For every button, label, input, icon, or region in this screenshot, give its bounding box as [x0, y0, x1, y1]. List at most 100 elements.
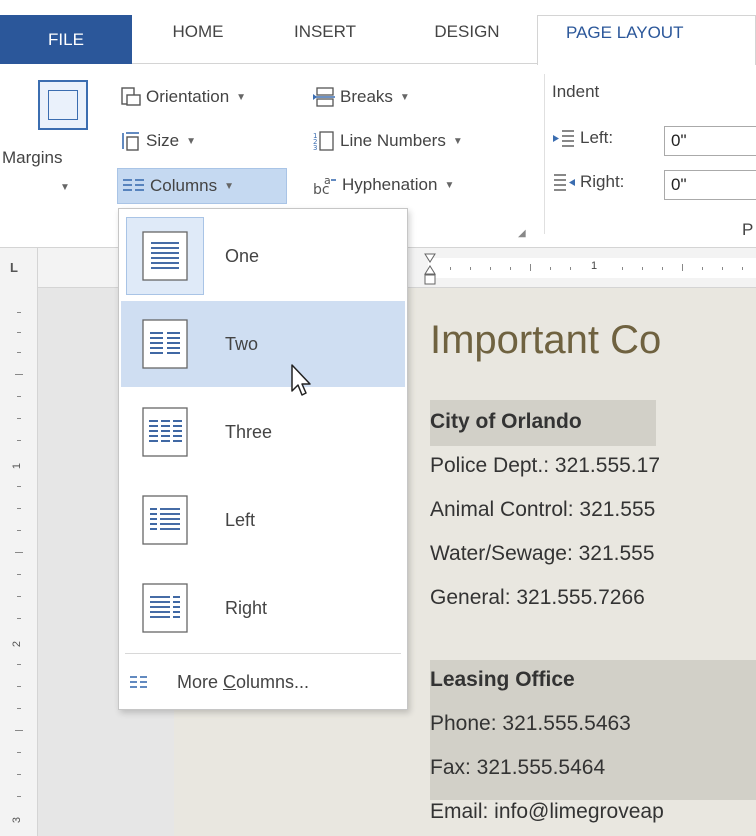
ruler-tick [17, 440, 21, 441]
left-column-icon [127, 482, 203, 558]
ruler-tick [17, 312, 21, 313]
two-columns-icon [127, 306, 203, 382]
ruler-tick [17, 332, 21, 333]
ruler-tick [642, 267, 643, 270]
document-line[interactable]: Leasing Office [430, 662, 575, 698]
ruler-tick [510, 267, 511, 270]
chevron-down-icon: ▼ [399, 91, 410, 103]
ruler-number: 2 [11, 640, 24, 648]
ruler-tick [622, 267, 623, 270]
indent-heading: Indent [552, 82, 600, 101]
tab-file[interactable]: FILE [0, 15, 132, 64]
menu-divider [125, 653, 401, 654]
line-numbers-icon: 1 2 3 [313, 131, 334, 152]
document-line[interactable]: Email: info@limegroveap [430, 794, 664, 830]
tab-design[interactable]: DESIGN [412, 15, 522, 65]
more-columns-suffix: olumns... [236, 671, 310, 692]
ruler-tick [722, 267, 723, 270]
orientation-label: Orientation [146, 87, 230, 106]
orientation-icon [121, 87, 141, 106]
indent-left-input[interactable]: 0" [664, 126, 756, 156]
more-columns-item[interactable]: More Columns... [129, 667, 309, 697]
menu-item-label: Three [225, 421, 273, 442]
svg-text:3: 3 [313, 144, 317, 152]
orientation-button[interactable]: Orientation ▼ [120, 82, 246, 112]
indent-right-label: Right: [580, 172, 625, 191]
columns-button[interactable]: Columns ▼ [117, 168, 287, 204]
size-button[interactable]: Size ▼ [120, 126, 196, 156]
tab-stop-icon: L [10, 260, 18, 275]
ruler-tick [17, 418, 21, 419]
hyphenation-button[interactable]: bc a Hyphenation ▼ [312, 170, 454, 200]
document-line[interactable]: General: 321.555.7266 [430, 580, 645, 616]
more-columns-accelerator: C [223, 671, 237, 692]
menu-item-two-columns[interactable]: Two [121, 301, 405, 387]
ruler-tick [682, 264, 683, 271]
ruler-tick [15, 552, 23, 553]
ruler-tick [17, 618, 21, 619]
indent-left-row: Left: [552, 128, 613, 148]
ruler-tick [17, 486, 21, 487]
chevron-down-icon: ▼ [236, 91, 247, 103]
document-line[interactable]: City of Orlando [430, 404, 582, 440]
ruler-tick [17, 708, 21, 709]
group-divider [544, 74, 545, 234]
indent-right-icon [554, 174, 575, 191]
document-line[interactable]: Fax: 321.555.5464 [430, 750, 605, 786]
chevron-down-icon: ▼ [444, 179, 455, 191]
ruler-tick [17, 596, 21, 597]
hyphenation-label: Hyphenation [342, 175, 438, 194]
menu-item-three-columns[interactable]: Three [121, 389, 405, 475]
right-column-icon [127, 570, 203, 646]
ruler-tick [470, 267, 471, 270]
document-line[interactable]: Phone: 321.555.5463 [430, 706, 631, 742]
columns-label: Columns [150, 176, 218, 195]
tab-insert[interactable]: INSERT [270, 15, 380, 65]
menu-item-left-column[interactable]: Left [121, 477, 405, 563]
ruler-tick [17, 796, 21, 797]
ruler-tick [17, 530, 21, 531]
ruler-tick [570, 267, 571, 270]
indent-marker-icon[interactable] [424, 252, 436, 286]
margins-label: Margins [2, 148, 63, 167]
ruler-number: 1 [11, 462, 24, 470]
svg-text:a: a [324, 174, 331, 187]
line-numbers-button[interactable]: 1 2 3 Line Numbers ▼ [312, 126, 463, 156]
indent-right-row: Right: [552, 172, 624, 192]
ruler-tick [15, 374, 23, 375]
columns-icon [123, 179, 144, 191]
more-columns-prefix: More [177, 671, 224, 692]
ruler-tick [742, 267, 743, 270]
chevron-down-icon: ▼ [60, 182, 70, 193]
ruler-tick [17, 774, 21, 775]
tab-home[interactable]: HOME [148, 15, 248, 65]
chevron-down-icon: ▼ [186, 135, 196, 147]
indent-right-input[interactable]: 0" [664, 170, 756, 200]
ruler-tick [450, 267, 451, 270]
ruler-tick [17, 352, 21, 353]
menu-item-label: Two [225, 333, 259, 354]
ruler-tick [17, 752, 21, 753]
ruler-tick [17, 664, 21, 665]
chevron-down-icon: ▼ [452, 135, 463, 147]
tab-selector[interactable]: L [0, 248, 38, 288]
indent-left-icon [553, 130, 574, 147]
vertical-ruler[interactable]: 1 2 3 [0, 288, 38, 836]
ruler-tick [15, 730, 23, 731]
margins-button[interactable]: Margins ▼ [0, 64, 112, 204]
ruler-tick [17, 574, 21, 575]
document-line[interactable]: Water/Sewage: 321.555 [430, 536, 655, 572]
menu-item-right-column[interactable]: Right [121, 565, 405, 651]
document-line[interactable]: Police Dept.: 321.555.17 [430, 448, 660, 484]
menu-item-label: One [225, 245, 260, 266]
dialog-launcher-icon[interactable]: ◢ [518, 228, 526, 239]
ruler-number: 3 [11, 816, 24, 824]
tab-page-layout[interactable]: PAGE LAYOUT [537, 15, 756, 65]
paragraph-group-label: P [742, 220, 754, 239]
menu-item-one-column[interactable]: One [121, 213, 405, 299]
document-heading[interactable]: Important Co [430, 318, 661, 363]
document-line[interactable]: Animal Control: 321.555 [430, 492, 655, 528]
breaks-button[interactable]: Breaks ▼ [312, 82, 410, 112]
columns-dropdown-menu: One Two Three Left Right More Columns... [118, 208, 408, 710]
ruler-tick [702, 267, 703, 270]
